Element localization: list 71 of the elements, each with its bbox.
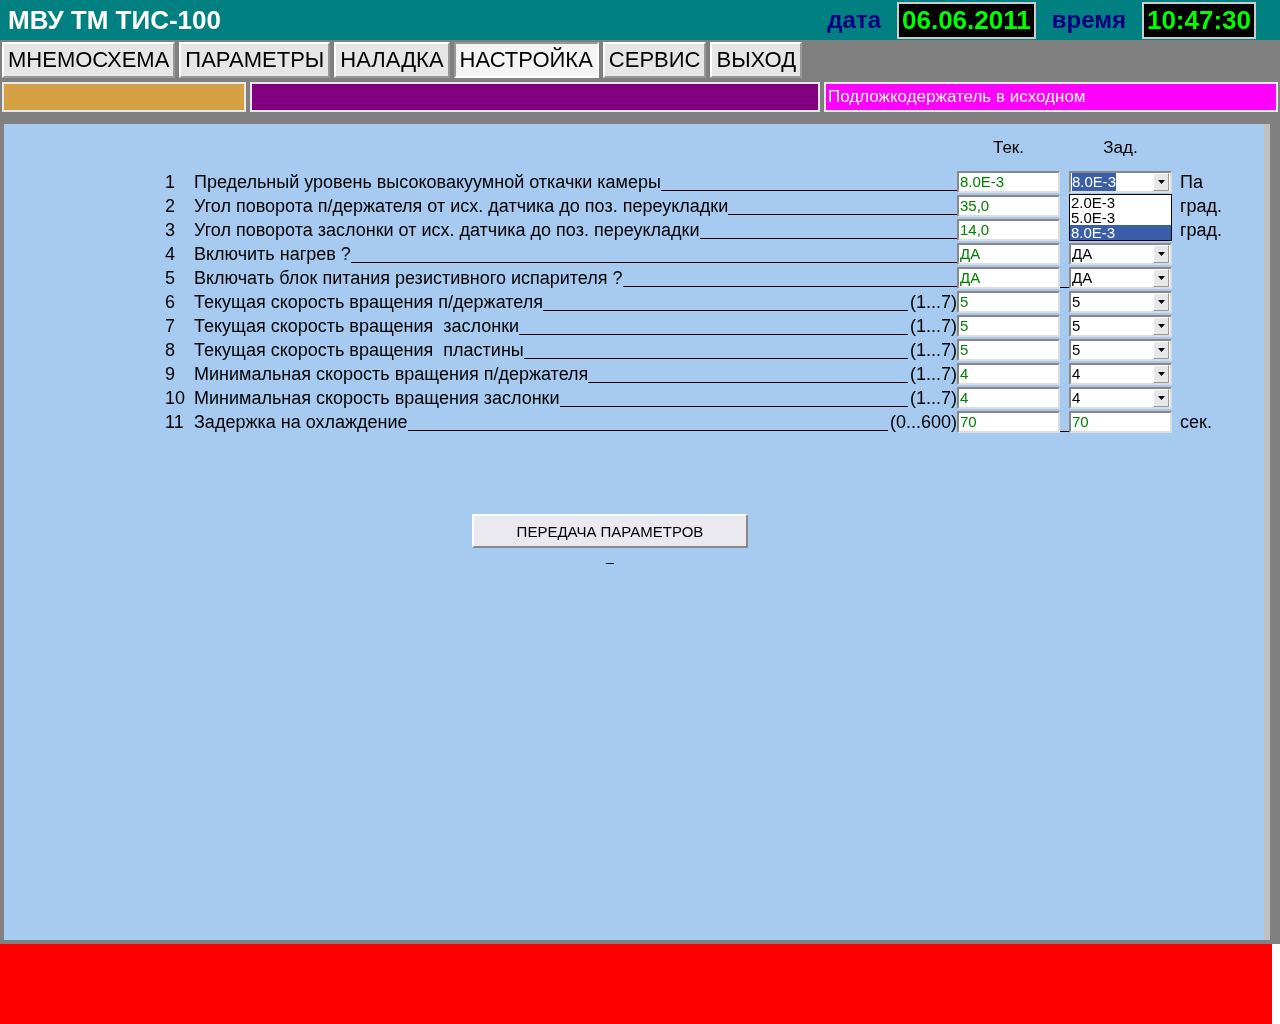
row-number: 1 bbox=[165, 171, 176, 193]
current-value-field: 4 bbox=[957, 387, 1060, 409]
menu-tab[interactable]: ВЫХОД bbox=[710, 42, 803, 78]
setpoint-dropdown[interactable]: 5 bbox=[1069, 339, 1172, 361]
range-label: (1...7) bbox=[910, 388, 957, 409]
status-message: Подложкодержатель в исходном bbox=[824, 82, 1278, 112]
unit-label: град. bbox=[1180, 219, 1223, 240]
menu-tab[interactable]: НАСТРОЙКА bbox=[453, 42, 599, 78]
row-number: 5 bbox=[165, 267, 176, 289]
setpoint-dropdown[interactable]: 4 bbox=[1069, 363, 1172, 385]
parameter-label: Текущая скорость вращения пластины bbox=[194, 340, 524, 361]
dropdown-option[interactable]: 8.0E-3 bbox=[1070, 225, 1171, 240]
current-value-field: 8.0E-3 bbox=[957, 171, 1060, 193]
menu-tab[interactable]: ПАРАМЕТРЫ bbox=[179, 42, 331, 78]
current-value-field: 70 bbox=[957, 411, 1060, 433]
dropdown-option[interactable]: 5.0E-3 bbox=[1070, 210, 1171, 225]
menu-tab[interactable]: МНЕМОСХЕМА bbox=[2, 42, 176, 78]
current-value-field: 5 bbox=[957, 291, 1060, 313]
range-label: (1...7) bbox=[910, 340, 957, 361]
current-value-field: ДА bbox=[957, 243, 1060, 265]
range-label: (1...7) bbox=[910, 292, 957, 313]
parameter-label: Текущая скорость вращения п/держателя bbox=[194, 292, 543, 313]
row-number: 10 bbox=[165, 387, 187, 409]
column-header: Зад. bbox=[1102, 138, 1139, 158]
column-header: Тек. bbox=[991, 138, 1025, 158]
parameter-label: Текущая скорость вращения заслонки bbox=[194, 316, 520, 337]
menu-tab[interactable]: НАЛАДКА bbox=[334, 42, 450, 78]
row-number: 9 bbox=[165, 363, 176, 385]
row-number: 4 bbox=[165, 243, 176, 265]
row-number: 8 bbox=[165, 339, 176, 361]
parameter-label: Включать блок питания резистивного испарителя ? bbox=[194, 268, 623, 289]
current-value-field: ДА bbox=[957, 267, 1060, 289]
cursor-text: _ bbox=[606, 550, 614, 562]
send-parameters-button[interactable]: ПЕРЕДАЧА ПАРАМЕТРОВ bbox=[472, 514, 748, 548]
range-label: (1...7) bbox=[910, 316, 957, 337]
range-label: (0...600) bbox=[889, 412, 957, 433]
row-number: 3 bbox=[165, 219, 176, 241]
current-value-field: 4 bbox=[957, 363, 1060, 385]
current-value-field: 14,0 bbox=[957, 219, 1060, 241]
date-label: дата bbox=[827, 6, 881, 34]
parameter-label: Угол поворота п/держателя от исх. датчика до поз. переукладки bbox=[194, 196, 729, 217]
parameter-label: Задержка на охлаждение bbox=[194, 412, 408, 433]
menu-tab[interactable]: СЕРВИС bbox=[602, 42, 707, 78]
current-value-field: 5 bbox=[957, 315, 1060, 337]
row-number: 6 bbox=[165, 291, 176, 313]
setpoint-field[interactable]: 70 bbox=[1069, 411, 1172, 433]
setpoint-dropdown[interactable]: 4 bbox=[1069, 387, 1172, 409]
parameter-label: Минимальная скорость вращения заслонки bbox=[194, 388, 560, 409]
setpoint-dropdown[interactable]: ДА bbox=[1069, 267, 1172, 289]
setpoint-dropdown[interactable]: 5 bbox=[1069, 291, 1172, 313]
setpoint-dropdown[interactable]: 8.0E-3 bbox=[1069, 171, 1172, 193]
current-value-field: 35,0 bbox=[957, 195, 1060, 217]
unit-label: сек. bbox=[1180, 411, 1212, 432]
time-display: 10:47:30 bbox=[1141, 1, 1256, 39]
row-number: 2 bbox=[165, 195, 176, 217]
dropdown-option[interactable]: 2.0E-3 bbox=[1070, 195, 1171, 210]
row-number: 11 bbox=[165, 411, 185, 433]
setpoint-dropdown[interactable]: ДА bbox=[1069, 243, 1172, 265]
parameter-label: Включить нагрев ? bbox=[194, 244, 351, 265]
unit-label: град. bbox=[1180, 195, 1223, 216]
parameter-label: Угол поворота заслонки от исх. датчика до поз. переукладки bbox=[194, 220, 700, 241]
time-label: время bbox=[1051, 6, 1126, 34]
app-title: МВУ ТМ ТИС-100 bbox=[8, 4, 221, 36]
parameter-label: Предельный уровень высоковакуумной откачки камеры bbox=[194, 172, 661, 193]
row-number: 7 bbox=[165, 315, 176, 337]
setpoint-dropdown[interactable]: 5 bbox=[1069, 315, 1172, 337]
parameter-label: Минимальная скорость вращения п/держателя bbox=[194, 364, 589, 385]
range-label: (1...7) bbox=[910, 364, 957, 385]
unit-label: Па bbox=[1180, 171, 1203, 192]
current-value-field: 5 bbox=[957, 339, 1060, 361]
date-display: 06.06.2011 bbox=[897, 1, 1036, 39]
